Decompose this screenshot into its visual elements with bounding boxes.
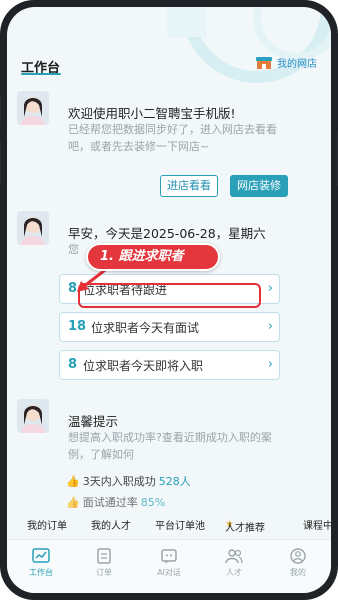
tip-line-pass-rate: 👍 面试通过率 85%	[66, 494, 165, 510]
tab-workbench[interactable]: 工作台	[16, 548, 66, 578]
tab-label: AI对话	[157, 568, 181, 577]
chevron-right-icon: ›	[267, 281, 273, 296]
greeting-text: 早安，今天是2025-06-28，星期六	[68, 226, 266, 241]
ai-chat-icon	[161, 549, 177, 564]
phone-button	[0, 96, 1, 122]
welcome-title: 欢迎使用职小二智聘宝手机版!	[68, 106, 236, 121]
stat-number: 18	[68, 319, 87, 334]
stat-label: 位求职者今天即将入职	[83, 359, 204, 373]
people-icon	[225, 549, 243, 564]
shop-icon	[256, 56, 272, 69]
tips-body: 想提高入职成功率?查看近期成功入职的案例，了解如何	[68, 431, 272, 461]
tab-label: 人才	[226, 568, 242, 577]
stat-card-interview[interactable]: 18 位求职者今天有面试 ›	[59, 312, 280, 342]
quick-link-courses[interactable]: 课程中	[303, 517, 331, 532]
chevron-right-icon: ›	[267, 357, 273, 372]
stat-card-onboarding[interactable]: 8 位求职者今天即将入职 ›	[59, 350, 280, 380]
quick-link-talent[interactable]: 我的人才	[91, 517, 131, 532]
my-shop-label: 我的网店	[277, 59, 317, 70]
title-underline	[21, 73, 61, 75]
tab-label: 我的	[290, 568, 306, 577]
tab-talent[interactable]: 人才	[209, 548, 259, 578]
phone-frame: 工作台 我的网店 欢迎使用职小二智聘宝手机版! 已经帮您把数据同步好了，进入网店…	[0, 0, 338, 600]
annotation-callout: 1. 跟进求职者	[86, 243, 220, 271]
phone-button	[0, 140, 1, 184]
welcome-message: 欢迎使用职小二智聘宝手机版! 已经帮您把数据同步好了，进入网店去看看吧，或者先去…	[17, 91, 321, 201]
stat-number: 8	[68, 357, 78, 372]
welcome-body: 已经帮您把数据同步好了，进入网店去看看吧，或者先去装修一下网店~	[68, 123, 277, 153]
avatar	[17, 91, 49, 125]
tip-line-text: 面试通过率	[82, 496, 138, 509]
tips-message: 温馨提示 想提高入职成功率?查看近期成功入职的案例，了解如何	[17, 399, 321, 509]
document-icon	[97, 548, 111, 564]
tab-label: 订单	[96, 568, 112, 577]
tip-line-value: 85%	[140, 495, 166, 509]
my-shop-link[interactable]: 我的网店	[255, 55, 317, 70]
tab-orders[interactable]: 订单	[79, 548, 129, 578]
top-header: 工作台 我的网店	[21, 51, 317, 77]
bottom-tab-bar: 工作台 订单 AI对话 人才 我的	[7, 539, 331, 593]
visit-shop-button[interactable]: 进店看看	[160, 175, 218, 197]
tip-line-value: 528人	[158, 475, 191, 488]
quick-link-orders[interactable]: 我的订单	[27, 517, 67, 532]
chart-icon	[32, 548, 50, 563]
tip-line-onboarded: 👍 3天内入职成功 528人	[66, 473, 191, 489]
avatar	[17, 211, 49, 245]
tab-profile[interactable]: 我的	[273, 548, 323, 578]
tab-label: 工作台	[29, 568, 53, 577]
thumbs-up-icon: 👍	[66, 474, 80, 488]
user-icon	[290, 548, 306, 564]
tips-title: 温馨提示	[68, 414, 119, 429]
tab-ai-chat[interactable]: AI对话	[144, 548, 194, 578]
thumbs-up-icon: 👍	[66, 495, 80, 509]
app-screen: 工作台 我的网店 欢迎使用职小二智聘宝手机版! 已经帮您把数据同步好了，进入网店…	[7, 7, 331, 593]
chevron-right-icon: ›	[267, 319, 273, 334]
quick-links-bar: 我的订单 我的人才 平台订单池 ★ 人才推荐 课程中	[7, 515, 331, 535]
quick-link-label: 人才推荐	[225, 523, 265, 534]
stat-label: 位求职者今天有面试	[91, 321, 200, 335]
tip-line-text: 3天内入职成功	[82, 475, 156, 488]
decorate-shop-button[interactable]: 网店装修	[230, 175, 288, 197]
quick-link-order-pool[interactable]: 平台订单池	[155, 517, 205, 532]
avatar	[17, 399, 49, 433]
